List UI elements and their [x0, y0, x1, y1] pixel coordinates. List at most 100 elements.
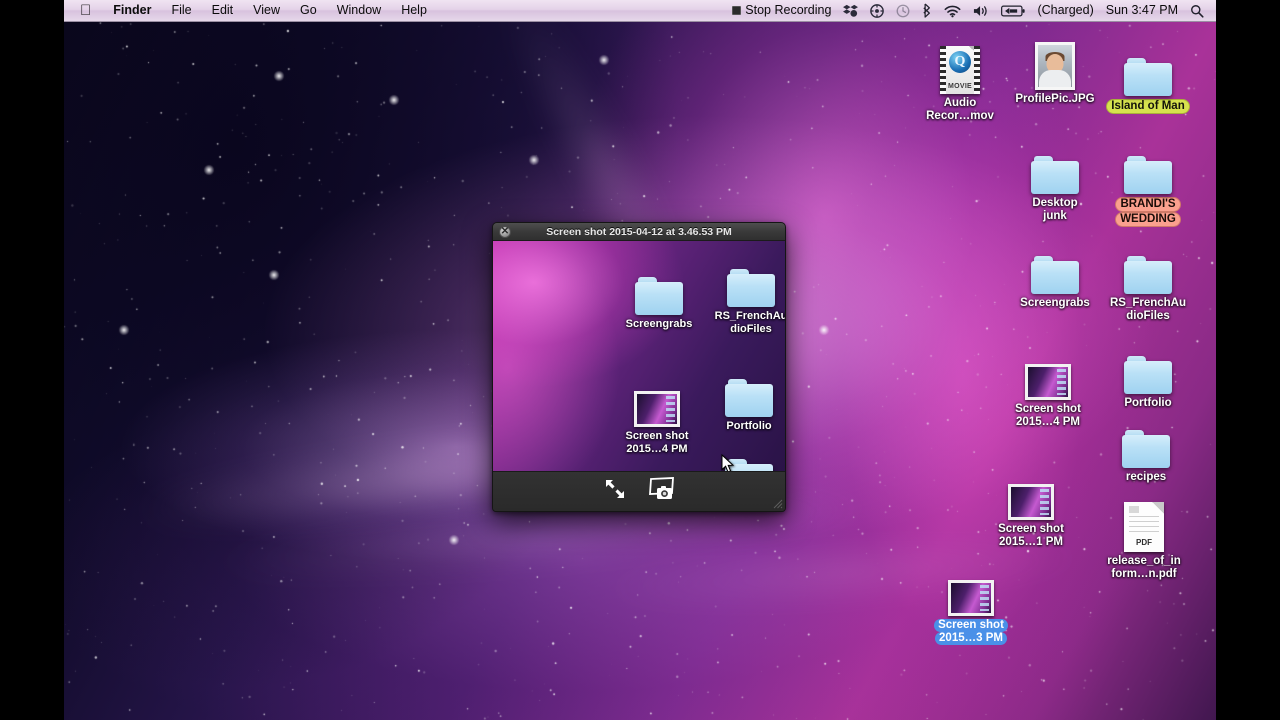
folder-icon: [1124, 256, 1172, 294]
menu-item-help[interactable]: Help: [391, 0, 437, 21]
island-of-man-folder-label-line: Island of Man: [1106, 99, 1190, 114]
desktop-junk-folder-art: [1007, 138, 1103, 194]
folder-icon: [725, 459, 773, 471]
audio-recording-mov-label: Audio Recor…mov: [912, 97, 1008, 123]
pw-portfolio-folder-label: Portfolio: [703, 420, 785, 433]
search-icon[interactable]: [1184, 4, 1210, 18]
menu-item-go[interactable]: Go: [290, 0, 327, 21]
stop-recording-item[interactable]: Stop Recording: [726, 0, 837, 21]
island-of-man-folder-label: Island of Man: [1100, 99, 1196, 114]
fullscreen-arrows-icon[interactable]: [602, 476, 628, 507]
pw-screenshot-4pm-label-line: 2015…4 PM: [626, 442, 688, 455]
preview-window-title: Screen shot 2015-04-12 at 3.46.53 PM: [546, 225, 732, 238]
crashplan-icon[interactable]: [864, 3, 890, 18]
screenshot-thumbnail-icon: [948, 580, 994, 616]
menu-bar-clock[interactable]: Sun 3:47 PM: [1100, 0, 1184, 21]
bluetooth-icon[interactable]: [916, 3, 938, 18]
pw-rs-frenchaudio-folder-label-line: RS_FrenchAu: [714, 310, 785, 322]
portfolio-folder[interactable]: Portfolio: [1100, 338, 1196, 410]
time-machine-icon[interactable]: [890, 4, 916, 18]
release-of-information-pdf-art: PDF: [1096, 496, 1192, 552]
preview-window-content: Screengrabs RS_FrenchAu dioFiles Screen sho…: [493, 241, 785, 471]
menu-item-finder[interactable]: Finder: [103, 0, 161, 21]
pw-screenshot-4pm: Screen shot 2015…4 PM: [611, 371, 703, 455]
screenshot-thumbnail-icon: [1008, 484, 1054, 520]
pw-screengrabs-folder-art: [613, 259, 705, 315]
desktop-junk-folder[interactable]: Desktop junk: [1007, 138, 1103, 223]
wifi-icon[interactable]: [938, 4, 967, 18]
screenshot-3pm-selected[interactable]: Screen shot 2015…3 PM: [923, 560, 1019, 645]
dropbox-icon[interactable]: [837, 4, 864, 18]
screenshot-4pm-label-line: 2015…4 PM: [1016, 416, 1080, 428]
release-of-information-pdf-label-line: release_of_in: [1107, 555, 1181, 567]
menu-item-view[interactable]: View: [243, 0, 290, 21]
screenshot-preview-window[interactable]: ✕ Screen shot 2015-04-12 at 3.46.53 PM S…: [492, 222, 786, 512]
rs-frenchaudiofiles-folder-label-line: RS_FrenchAu: [1109, 297, 1187, 309]
audio-recording-mov[interactable]: MOVIE AudioRecor…mov: [912, 38, 1008, 123]
menu-item-file[interactable]: File: [161, 0, 201, 21]
rs-frenchaudiofiles-folder-art: [1100, 238, 1196, 294]
pw-screengrabs-folder-label: Screengrabs: [613, 318, 705, 331]
battery-icon[interactable]: [995, 5, 1031, 17]
pw-bottom-folder: [703, 441, 785, 471]
recipes-folder[interactable]: recipes: [1098, 412, 1194, 484]
folder-icon: [725, 379, 773, 417]
resize-grip-icon[interactable]: [771, 497, 783, 509]
folder-icon: [1124, 356, 1172, 394]
pw-bottom-folder-art: [703, 441, 785, 471]
screenshot-3pm-selected-label-line: 2015…3 PM: [935, 632, 1007, 645]
recipes-folder-label: recipes: [1098, 471, 1194, 484]
pw-portfolio-folder: Portfolio: [703, 361, 785, 433]
screenshot-1pm-art: [983, 464, 1079, 520]
stop-recording-icon: [732, 6, 742, 15]
screengrabs-folder-label: Screengrabs: [1007, 297, 1103, 310]
preview-window-toolbar: [493, 471, 785, 511]
profilepic-jpg-label-line: ProfilePic.JPG: [1015, 93, 1095, 105]
recipes-folder-label-line: recipes: [1125, 471, 1167, 483]
pw-screengrabs-folder-label-line: Screengrabs: [625, 318, 693, 330]
screenshot-3pm-selected-art: [923, 560, 1019, 616]
desktop-junk-folder-label-line: Desktop: [1032, 197, 1078, 209]
screengrabs-folder[interactable]: Screengrabs: [1007, 238, 1103, 310]
screenshot-camera-icon[interactable]: [646, 476, 676, 507]
menu-bar-status-area: Stop Recording (Charged) Sun 3:47 PM: [726, 0, 1216, 21]
pw-rs-frenchaudio-folder: RS_FrenchAu dioFiles: [705, 251, 785, 335]
release-of-information-pdf-label: release_of_in form…n.pdf: [1096, 555, 1192, 581]
brandis-wedding-folder-art: [1100, 138, 1196, 194]
rs-frenchaudiofiles-folder[interactable]: RS_FrenchAu dioFiles: [1100, 238, 1196, 323]
release-of-information-pdf[interactable]: PDF release_of_in form…n.pdf: [1096, 496, 1192, 581]
quicktime-movie-icon: MOVIE: [940, 46, 980, 94]
island-of-man-folder[interactable]: Island of Man: [1100, 40, 1196, 114]
screenshot-3pm-selected-label-line: Screen shot: [934, 619, 1008, 632]
recipes-folder-art: [1098, 412, 1194, 468]
screenshot-3pm-selected-label: Screen shot 2015…3 PM: [923, 619, 1019, 645]
volume-icon[interactable]: [967, 4, 995, 18]
screenshot-1pm[interactable]: Screen shot 2015…1 PM: [983, 464, 1079, 549]
apple-logo-icon[interactable]: : [64, 1, 103, 21]
menu-item-edit[interactable]: Edit: [202, 0, 244, 21]
close-icon[interactable]: ✕: [499, 225, 511, 238]
pw-screenshot-4pm-art: [611, 371, 703, 427]
rs-frenchaudiofiles-folder-label: RS_FrenchAu dioFiles: [1100, 297, 1196, 323]
profilepic-jpg-art: [1007, 34, 1103, 90]
brandis-wedding-folder[interactable]: BRANDI'S WEDDING: [1100, 138, 1196, 227]
screenshot-1pm-label: Screen shot 2015…1 PM: [983, 523, 1079, 549]
stop-recording-label: Stop Recording: [745, 3, 832, 17]
menu-item-window[interactable]: Window: [327, 0, 391, 21]
preview-window-titlebar[interactable]: ✕ Screen shot 2015-04-12 at 3.46.53 PM: [493, 223, 785, 241]
profilepic-jpg[interactable]: ProfilePic.JPG: [1007, 34, 1103, 106]
pw-portfolio-folder-art: [703, 361, 785, 417]
pdf-document-icon: PDF: [1124, 502, 1164, 552]
portfolio-folder-label-line: Portfolio: [1124, 397, 1172, 409]
battery-status-label: (Charged): [1037, 3, 1094, 17]
portfolio-folder-label: Portfolio: [1100, 397, 1196, 410]
pw-rs-frenchaudio-folder-label-line: dioFiles: [730, 322, 772, 335]
folder-icon: [727, 269, 775, 307]
audio-recording-mov-art: MOVIE: [912, 38, 1008, 94]
screenshot-1pm-label-line: Screen shot: [998, 523, 1064, 535]
screenshot-4pm[interactable]: Screen shot 2015…4 PM: [1000, 344, 1096, 429]
folder-icon: [1124, 58, 1172, 96]
island-of-man-folder-art: [1100, 40, 1196, 96]
pw-portfolio-folder-label-line: Portfolio: [726, 420, 772, 432]
screenshot-thumbnail-icon: [634, 391, 680, 427]
